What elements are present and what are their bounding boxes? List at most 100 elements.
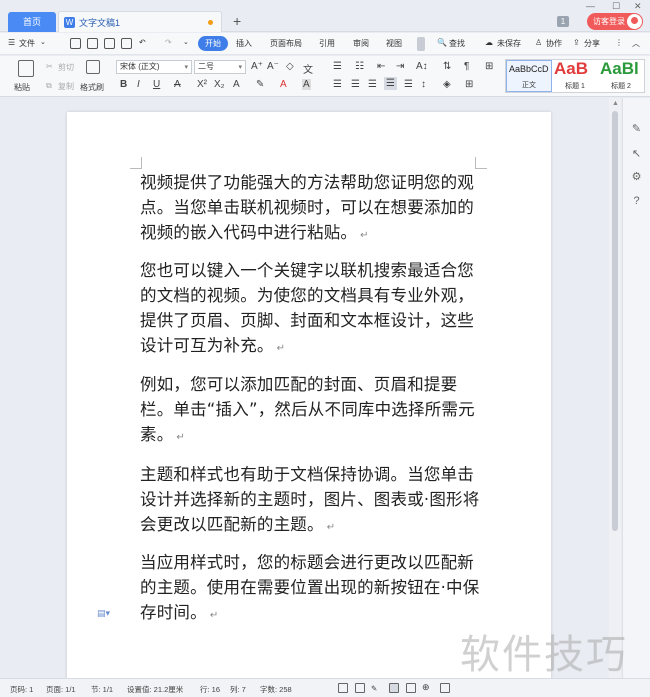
export-pdf-icon[interactable] — [87, 38, 98, 49]
shading-icon[interactable]: ◈ — [443, 79, 451, 90]
document-page[interactable]: 视频提供了功能强大的方法帮助您证明您的观点。当您单击联机视频时，可以在想要添加的… — [67, 112, 551, 682]
numbering-icon[interactable]: ☷ — [355, 61, 364, 72]
new-tab-button[interactable]: + — [233, 13, 241, 29]
search-label[interactable]: 查找 — [449, 38, 465, 49]
show-marks-icon[interactable]: ¶ — [464, 61, 469, 72]
scroll-up-icon[interactable]: ▲ — [612, 100, 619, 107]
decrease-indent-icon[interactable]: ⇤ — [377, 61, 385, 72]
paragraph-layout-icon[interactable]: ▤▾ — [97, 608, 110, 619]
text-effect-icon[interactable]: A — [233, 79, 240, 90]
undo-icon[interactable]: ↶ — [139, 38, 146, 47]
pen-icon[interactable]: ✎ — [371, 684, 377, 693]
more-options-icon[interactable]: ⋮ — [615, 38, 623, 47]
print-icon[interactable] — [104, 38, 115, 49]
font-color-icon[interactable]: A — [280, 79, 287, 90]
collaborate-button[interactable]: 协作 — [546, 38, 562, 49]
style-normal[interactable]: AaBbCcD 正文 — [506, 60, 552, 92]
tab-home[interactable]: 首页 — [8, 12, 56, 32]
unsaved-status[interactable]: 未保存 — [497, 38, 521, 49]
hamburger-icon[interactable]: ☰ — [8, 38, 15, 47]
outline-view-icon[interactable] — [406, 683, 416, 693]
status-pages[interactable]: 页面: 1/1 — [46, 684, 76, 695]
tab-document[interactable]: W 文字文稿1 — [58, 11, 222, 32]
search-icon[interactable]: 🔍 — [437, 38, 447, 47]
table-icon[interactable]: ⊞ — [485, 61, 493, 72]
justify-icon[interactable]: ☰ — [384, 77, 397, 90]
phonetic-guide-icon[interactable]: 文 — [303, 61, 313, 76]
align-left-icon[interactable]: ☰ — [333, 79, 342, 90]
print-preview-icon[interactable] — [121, 38, 132, 49]
close-icon[interactable]: ✕ — [634, 1, 642, 12]
redo-icon[interactable]: ↷ — [165, 38, 172, 47]
edit-pen-icon[interactable]: ✎ — [630, 123, 643, 136]
guest-login-button[interactable]: 访客登录 — [587, 13, 643, 30]
line-spacing-icon[interactable]: ↕ — [421, 79, 426, 90]
status-section[interactable]: 节: 1/1 — [91, 684, 113, 695]
font-name-select[interactable]: 宋体 (正文) ▾ — [116, 60, 192, 74]
menu-file[interactable]: 文件 — [19, 38, 35, 49]
italic-icon[interactable]: I — [137, 79, 140, 90]
scissors-icon[interactable]: ✂ — [46, 62, 53, 71]
align-right-icon[interactable]: ☰ — [368, 79, 377, 90]
status-setting[interactable]: 设置值: 21.2厘米 — [127, 684, 183, 695]
status-row[interactable]: 行: 16 — [200, 684, 220, 695]
paragraph[interactable]: 您也可以键入一个关键字以联机搜索最适合您的文档的视频。为使您的文档具有专业外观，… — [140, 258, 485, 361]
clear-format-icon[interactable]: ◇ — [286, 61, 294, 72]
minimize-icon[interactable]: — — [586, 1, 595, 11]
format-painter-button[interactable]: 格式刷 — [80, 82, 104, 93]
cloud-icon[interactable]: ☁ — [485, 38, 493, 47]
help-icon[interactable]: ? — [630, 195, 643, 208]
underline-icon[interactable]: U — [153, 79, 160, 90]
page-view-icon[interactable] — [355, 683, 365, 693]
menu-tab-insert[interactable]: 插入 — [236, 38, 252, 49]
style-heading2[interactable]: AaBl 标题 2 — [598, 59, 644, 92]
paragraph[interactable]: 视频提供了功能强大的方法帮助您证明您的观点。当您单击联机视频时，可以在想要添加的… — [140, 170, 485, 248]
grow-font-icon[interactable]: A⁺ — [251, 61, 263, 72]
char-shading-icon[interactable]: A — [302, 79, 311, 90]
align-center-icon[interactable]: ☰ — [351, 79, 360, 90]
menu-tab-layout[interactable]: 页面布局 — [270, 38, 302, 49]
copy-icon[interactable]: ⧉ — [46, 81, 52, 91]
increase-indent-icon[interactable]: ⇥ — [396, 61, 404, 72]
superscript-icon[interactable]: X² — [197, 79, 207, 90]
sort-icon[interactable]: ⇅ — [443, 61, 451, 72]
reading-mode-icon[interactable] — [440, 683, 450, 693]
strikethrough-icon[interactable]: A — [174, 79, 181, 90]
select-cursor-icon[interactable]: ↖ — [630, 148, 643, 161]
print-layout-icon[interactable] — [389, 683, 399, 693]
save-icon[interactable] — [70, 38, 81, 49]
subscript-icon[interactable]: X₂ — [214, 79, 225, 90]
menu-tab-references[interactable]: 引用 — [319, 38, 335, 49]
vertical-scrollbar[interactable]: ▲ — [609, 98, 621, 678]
chevron-down-icon[interactable]: ⌄ — [40, 38, 46, 46]
borders-icon[interactable]: ⊞ — [465, 79, 473, 90]
menu-scroll-right-icon[interactable] — [417, 37, 425, 51]
share-button[interactable]: 分享 — [584, 38, 600, 49]
copy-button[interactable]: 复制 — [58, 81, 74, 92]
menu-tab-view[interactable]: 视图 — [386, 38, 402, 49]
paste-icon[interactable] — [18, 60, 34, 77]
fullscreen-icon[interactable] — [338, 683, 348, 693]
quick-access-chevron-icon[interactable]: ⌄ — [183, 38, 189, 46]
cut-button[interactable]: 剪切 — [58, 62, 74, 73]
shrink-font-icon[interactable]: A⁻ — [267, 61, 279, 72]
maximize-icon[interactable]: ☐ — [612, 1, 620, 12]
paragraph[interactable]: 主题和样式也有助于文档保持协调。当您单击设计并选择新的主题时，图片、图表或·图形… — [140, 462, 485, 540]
collaborate-icon[interactable]: ♙ — [535, 38, 542, 47]
paragraph[interactable]: 当应用样式时，您的标题会进行更改以匹配新的主题。使用在需要位置出现的新按钮在·中… — [140, 550, 485, 628]
format-painter-icon[interactable] — [86, 60, 100, 74]
web-layout-icon[interactable]: ⊕ — [422, 682, 430, 693]
collapse-ribbon-icon[interactable]: ︿ — [632, 38, 640, 49]
bullets-icon[interactable]: ☰ — [333, 61, 342, 72]
text-direction-icon[interactable]: A↕ — [416, 61, 428, 72]
status-col[interactable]: 列: 7 — [230, 684, 246, 695]
paste-button[interactable]: 粘贴 — [14, 82, 30, 93]
menu-tab-home[interactable]: 开始 — [198, 36, 228, 51]
settings-sliders-icon[interactable]: ⚙ — [630, 171, 643, 184]
menu-tab-review[interactable]: 审阅 — [353, 38, 369, 49]
status-word-count[interactable]: 字数: 258 — [260, 684, 292, 695]
bold-icon[interactable]: B — [120, 79, 127, 90]
style-heading1[interactable]: AaB 标题 1 — [552, 59, 598, 92]
font-size-select[interactable]: 二号 ▾ — [194, 60, 246, 74]
paragraph[interactable]: 例如，您可以添加匹配的封面、页眉和提要栏。单击“插入”，然后从不同库中选择所需元… — [140, 372, 485, 450]
